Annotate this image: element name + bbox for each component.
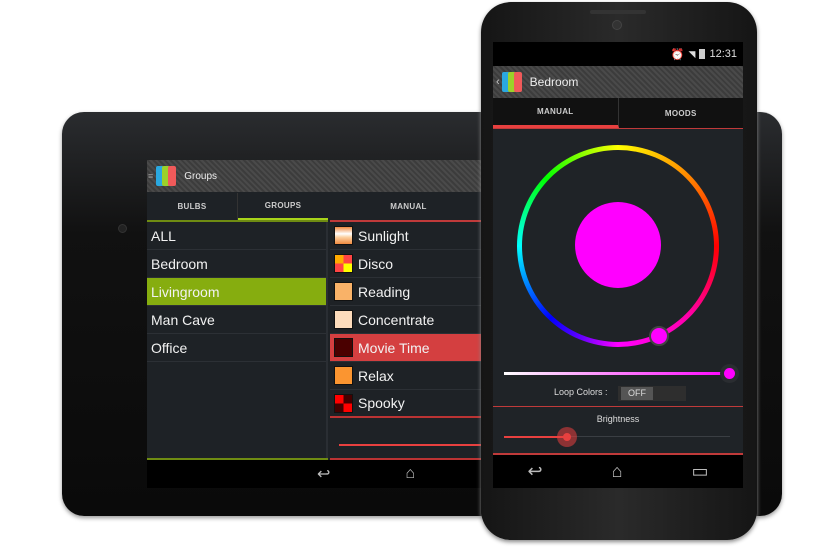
recents-icon[interactable]: ▭ — [691, 461, 708, 482]
relax-swatch-icon — [334, 366, 353, 385]
mood-item[interactable]: Relax — [330, 362, 487, 390]
app-logo-icon[interactable] — [156, 166, 178, 186]
sunlight-swatch-icon — [334, 226, 353, 245]
mood-label: Concentrate — [358, 311, 435, 328]
tablet-slider[interactable] — [339, 444, 487, 446]
status-time: 12:31 — [709, 48, 737, 60]
mood-item[interactable]: Reading — [330, 278, 487, 306]
tab-moods[interactable]: MOODS — [619, 98, 744, 128]
saturation-slider-thumb[interactable] — [724, 368, 735, 379]
mood-item[interactable]: Sunlight — [330, 222, 487, 250]
mood-label: Spooky — [358, 395, 405, 411]
movie-time-swatch-icon — [334, 338, 353, 357]
back-icon[interactable]: ↩ — [317, 464, 330, 484]
loop-colors-value[interactable]: OFF — [621, 387, 653, 400]
group-item[interactable]: Bedroom — [147, 250, 326, 278]
group-item[interactable]: ALL — [147, 222, 326, 250]
loop-colors-label: Loop Colors : — [554, 387, 608, 397]
mood-label: Movie Time — [358, 339, 430, 356]
tab-groups[interactable]: GROUPS — [238, 193, 328, 220]
tablet-tabs: BULBS GROUPS — [147, 193, 328, 222]
battery-icon — [699, 49, 706, 59]
divider — [493, 406, 743, 407]
home-icon[interactable]: ⌂ — [612, 461, 623, 482]
phone-screen: ⏰ ◥ 12:31 ‹ Bedroom MANUAL MOODS Loop Co… — [493, 42, 743, 488]
disco-swatch-icon — [334, 254, 353, 273]
tablet-action-bar: ≡ Groups — [147, 160, 487, 192]
color-preview — [575, 202, 661, 288]
tab-manual[interactable]: MANUAL — [330, 193, 487, 222]
group-item[interactable]: Man Cave — [147, 306, 326, 334]
mood-label: Reading — [358, 283, 411, 300]
mood-label: Disco — [358, 255, 394, 272]
brightness-label: Brightness — [596, 414, 640, 424]
saturation-slider[interactable] — [504, 372, 730, 375]
alarm-icon: ⏰ — [670, 48, 685, 61]
concentrate-swatch-icon — [334, 310, 353, 329]
tablet-nav-bar: ↩ ⌂ — [147, 460, 487, 488]
wifi-icon: ◥ — [688, 48, 696, 59]
phone-speaker — [590, 10, 646, 14]
tab-bulbs[interactable]: BULBS — [147, 193, 238, 220]
drawer-icon[interactable]: ≡ — [148, 171, 153, 181]
mood-item[interactable]: Concentrate — [330, 306, 487, 334]
phone-tabs: MANUAL MOODS — [493, 98, 743, 129]
app-logo-icon[interactable] — [501, 72, 524, 92]
tab-manual[interactable]: MANUAL — [493, 98, 619, 128]
phone-camera — [612, 20, 622, 30]
page-title: Bedroom — [529, 75, 579, 89]
tablet-screen: ≡ Groups BULBS GROUPS ALL Bedroom Living… — [147, 160, 487, 488]
page-title: Groups — [184, 170, 218, 182]
back-chevron-icon[interactable]: ‹ — [496, 76, 500, 88]
color-wheel-handle[interactable] — [649, 326, 669, 346]
group-item[interactable]: Office — [147, 334, 326, 362]
mood-item[interactable]: Disco — [330, 250, 487, 278]
mood-item[interactable]: Spooky — [330, 390, 487, 418]
phone-action-bar: ‹ Bedroom — [493, 66, 743, 98]
status-bar: ⏰ ◥ 12:31 — [493, 42, 743, 66]
mood-label: Sunlight — [358, 227, 409, 244]
mood-label: Relax — [358, 367, 394, 384]
group-item-selected[interactable]: Livingroom — [147, 278, 326, 306]
mood-list: Sunlight Disco Reading Concentrate Movie… — [330, 222, 487, 418]
loop-colors-row: Loop Colors : OFF — [493, 386, 743, 401]
phone-nav-bar: ↩ ⌂ ▭ — [493, 455, 743, 488]
reading-swatch-icon — [334, 282, 353, 301]
back-icon[interactable]: ↩ — [528, 461, 543, 482]
home-icon[interactable]: ⌂ — [405, 465, 415, 483]
tablet-camera — [118, 224, 127, 233]
mood-item-selected[interactable]: Movie Time — [330, 334, 487, 362]
brightness-slider-thumb[interactable] — [557, 427, 578, 447]
spooky-swatch-icon — [334, 393, 353, 413]
group-list: ALL Bedroom Livingroom Man Cave Office — [147, 222, 328, 460]
